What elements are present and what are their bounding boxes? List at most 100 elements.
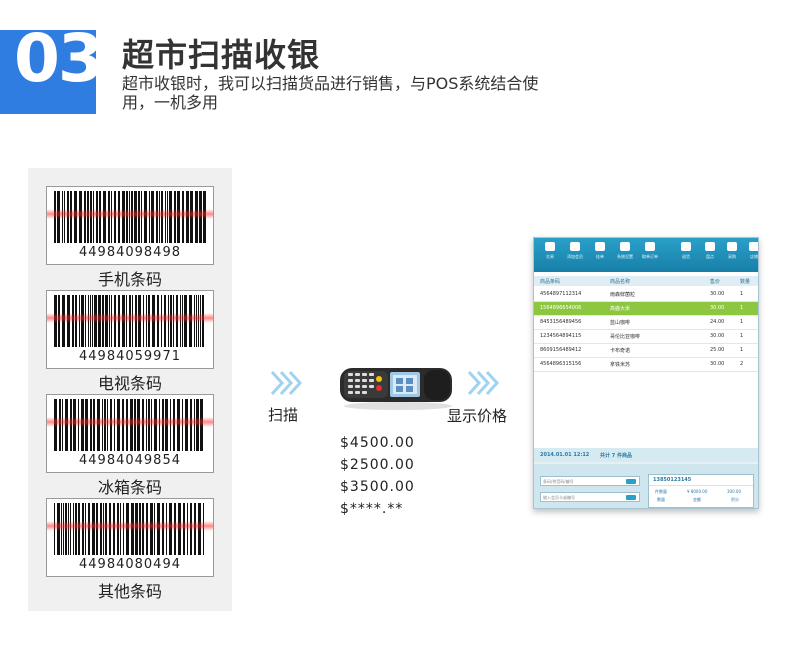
barcode-label: 手机条码 xyxy=(97,270,162,289)
table-row[interactable]: 4564897112314 雨森鲜菌粒 30.00 1 xyxy=(534,288,758,302)
member-card: 13850123145 件数量 ¥ 8000.00 300.00 数量 金额 积… xyxy=(648,474,754,508)
cell-price: 30.00 xyxy=(710,333,725,339)
column-header: 商品名称 xyxy=(610,279,631,285)
pos-window: 交易 添加会员 挂单 系统设置 取单订单 退货 盘点 采购 店铺 商品条码 商品… xyxy=(533,237,759,509)
pos-tool-hold[interactable]: 挂单 xyxy=(588,242,612,268)
price-item: $3500.00 xyxy=(340,479,415,495)
card-field: 积分 xyxy=(731,497,739,502)
cell-code: 1564896654006 xyxy=(540,305,582,311)
status-date: 2014.01.01 12:12 xyxy=(540,452,590,458)
confirm-button[interactable] xyxy=(626,495,636,500)
price-list: $4500.00 $2500.00 $3500.00 $****.** xyxy=(340,432,415,520)
cell-price: 30.00 xyxy=(710,361,725,367)
barcode-digits: 44984059971 xyxy=(79,349,181,364)
star-icon xyxy=(681,242,691,251)
input-placeholder: 条码/拼音码/编号 xyxy=(543,479,574,484)
cell-code: 8609156489412 xyxy=(540,347,582,353)
barcode-digits: 44984080494 xyxy=(79,557,181,572)
barcode-label: 电视条码 xyxy=(97,374,162,393)
pos-tool-return[interactable]: 退货 xyxy=(674,242,698,268)
table-header: 商品条码 商品名称 售价 数量 xyxy=(534,276,758,286)
table-row[interactable]: 4564896315156 拿铁米苏 30.00 2 xyxy=(534,358,758,372)
barcode-item-fridge: 44984049854 冰箱条码 xyxy=(46,394,214,498)
barcode-digits: 44984049854 xyxy=(79,453,181,468)
table-row[interactable]: 8609156489412 卡布奇诺 25.00 1 xyxy=(534,344,758,358)
cell-code: 8453156489456 xyxy=(540,319,582,325)
clipboard-icon xyxy=(705,242,715,251)
barcode-item-tv: 44984059971 电视条码 xyxy=(46,290,214,394)
barcode-label: 冰箱条码 xyxy=(97,478,162,497)
card-field: 件数量 xyxy=(655,489,667,494)
cell-price: 24.00 xyxy=(710,319,725,325)
status-total: 共计 7 件商品 xyxy=(600,453,632,459)
page: 03 超市扫描收银 超市收银时，我可以扫描货品进行销售，与POS系统结合使用，一… xyxy=(0,0,790,658)
chevron-right-icon xyxy=(270,370,303,396)
divider xyxy=(649,485,753,486)
column-header: 售价 xyxy=(710,279,721,285)
price-item: $****.** xyxy=(340,501,404,517)
card-field: 数量 xyxy=(657,497,665,502)
cell-name: 哥伦比亚咖啡 xyxy=(610,334,641,340)
laser-line xyxy=(47,417,213,427)
pos-bottom-panel: 条码/拼音码/编号 输入会员卡或编号 13850123145 件数量 ¥ 800… xyxy=(534,464,758,508)
pos-tool-member[interactable]: 添加会员 xyxy=(563,242,587,268)
column-header: 商品条码 xyxy=(540,279,561,285)
cell-qty: 1 xyxy=(740,291,744,297)
pos-items-table: 商品条码 商品名称 售价 数量 4564897112314 雨森鲜菌粒 30.0… xyxy=(534,272,758,448)
pos-tool-trade[interactable]: 交易 xyxy=(538,242,562,268)
chevron-right-icon xyxy=(467,370,500,396)
barcode-box: 44984049854 xyxy=(46,394,214,473)
scan-label: 扫描 xyxy=(268,406,299,424)
pos-tool-inventory[interactable]: 盘点 xyxy=(698,242,722,268)
price-item: $2500.00 xyxy=(340,457,415,473)
pos-toolbar: 交易 添加会员 挂单 系统设置 取单订单 退货 盘点 采购 店铺 xyxy=(534,238,758,272)
user-icon xyxy=(570,242,580,251)
barcode-box: 44984080494 xyxy=(46,498,214,577)
price-item: $4500.00 xyxy=(340,435,415,451)
pos-tool-orders[interactable]: 取单订单 xyxy=(638,242,662,268)
member-input[interactable]: 输入会员卡或编号 xyxy=(540,492,640,502)
cell-price: 30.00 xyxy=(710,305,725,311)
pos-status-bar: 2014.01.01 12:12 共计 7 件商品 xyxy=(534,448,758,462)
checklist-icon xyxy=(727,242,737,251)
barcode-item-phone: 44984098498 手机条码 xyxy=(46,186,214,290)
cell-qty: 1 xyxy=(740,305,744,311)
cell-name: 蓝山咖啡 xyxy=(610,320,631,326)
barcode-input[interactable]: 条码/拼音码/编号 xyxy=(540,476,640,486)
cell-qty: 1 xyxy=(740,347,744,353)
laser-line xyxy=(47,209,213,219)
cell-code: 1234564894115 xyxy=(540,333,582,339)
barcode-box: 44984098498 xyxy=(46,186,214,265)
table-row-selected[interactable]: 1564896654006 高盛大米 30.00 1 xyxy=(534,302,758,316)
barcode-scanner-icon xyxy=(340,368,452,410)
gear-icon xyxy=(620,242,630,251)
cell-name: 卡布奇诺 xyxy=(610,348,631,354)
laser-line xyxy=(47,521,213,531)
cell-qty: 1 xyxy=(740,333,744,339)
pos-tool-store[interactable]: 店铺 xyxy=(742,242,758,268)
pos-tool-settings[interactable]: 系统设置 xyxy=(613,242,637,268)
cell-price: 30.00 xyxy=(710,291,725,297)
barcode-label: 其他条码 xyxy=(97,582,162,601)
cell-price: 25.00 xyxy=(710,347,725,353)
cell-name: 雨森鲜菌粒 xyxy=(610,292,636,298)
table-row[interactable]: 1234564894115 哥伦比亚咖啡 30.00 1 xyxy=(534,330,758,344)
search-button[interactable] xyxy=(626,479,636,484)
page-subtitle: 超市收银时，我可以扫描货品进行销售，与POS系统结合使用，一机多用 xyxy=(122,74,539,112)
cell-name: 拿铁米苏 xyxy=(610,362,631,368)
barcode-box: 44984059971 xyxy=(46,290,214,369)
barcode-panel: 44984098498 手机条码 44984059971 电视条码 449840… xyxy=(28,168,232,611)
table-row[interactable]: 8453156489456 蓝山咖啡 24.00 1 xyxy=(534,316,758,330)
pos-tool-purchase[interactable]: 采购 xyxy=(720,242,744,268)
member-card-id: 13850123145 xyxy=(653,477,692,483)
cell-code: 4564896315156 xyxy=(540,361,582,367)
section-number: 03 xyxy=(14,20,104,97)
cell-code: 4564897112314 xyxy=(540,291,582,297)
column-header: 数量 xyxy=(740,279,751,285)
card-field: 金额 xyxy=(693,497,701,502)
input-placeholder: 输入会员卡或编号 xyxy=(543,495,575,500)
card-field: 300.00 xyxy=(727,489,741,494)
barcode-digits: 44984098498 xyxy=(79,245,181,260)
document-icon xyxy=(595,242,605,251)
laser-line xyxy=(47,313,213,323)
